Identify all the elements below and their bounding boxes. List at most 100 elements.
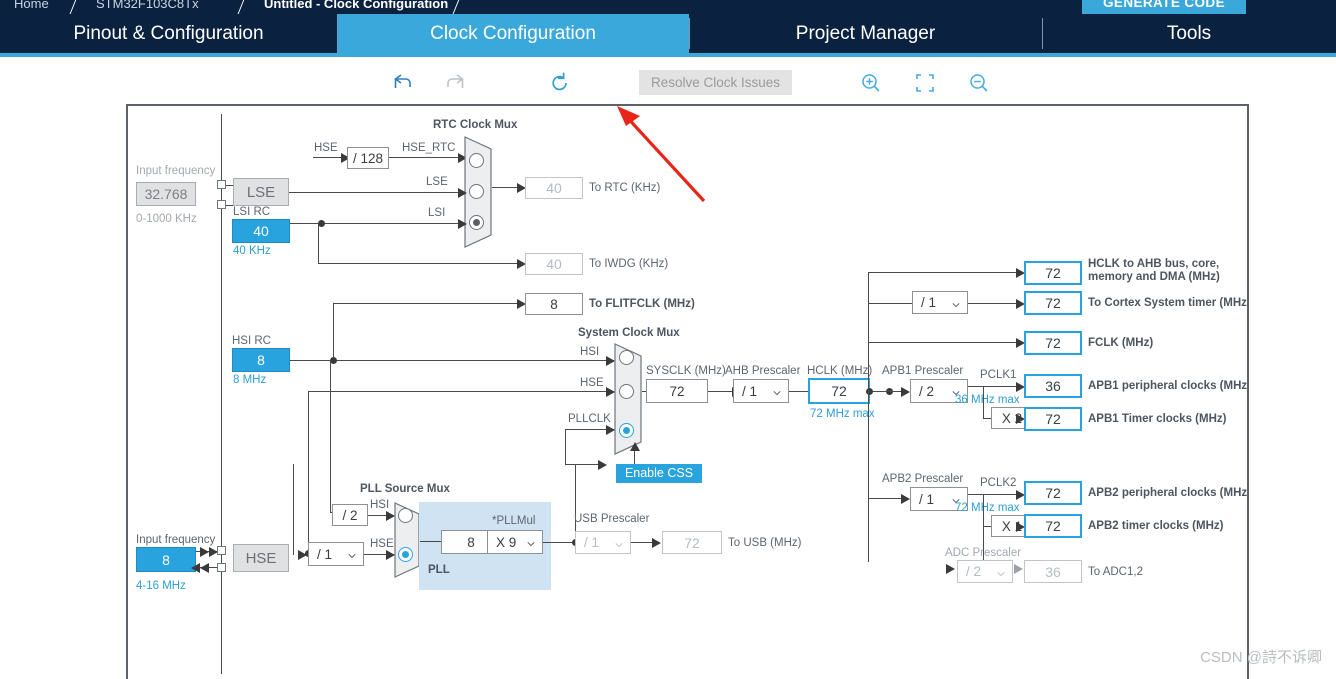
chevron-down-icon <box>527 542 535 547</box>
tab-tools[interactable]: Tools <box>1042 14 1336 53</box>
sysclk-mux-input-hsi: HSI <box>580 346 600 358</box>
sysclk-mux-option-pllclk[interactable] <box>619 423 634 438</box>
arrow-icon <box>606 387 615 397</box>
pllmul-label: *PLLMul <box>492 515 536 527</box>
breadcrumb-separator <box>235 0 246 14</box>
arrow-icon <box>200 547 209 557</box>
output-fclk-label: FCLK (MHz) <box>1088 337 1154 349</box>
wire <box>289 192 464 193</box>
wire <box>318 223 319 263</box>
pll-mux-option-hsi[interactable] <box>398 508 413 523</box>
rtc-mux-option-lse[interactable] <box>469 184 484 199</box>
breadcrumb-item-mcu[interactable]: STM32F103C8Tx <box>96 0 199 11</box>
rtc-clock-mux-title: RTC Clock Mux <box>433 119 518 131</box>
output-fclk-value: 72 <box>1024 331 1082 355</box>
junction-dot <box>330 357 337 364</box>
arrow-icon <box>191 563 200 573</box>
output-apb2-peripheral-value: 72 <box>1024 481 1082 505</box>
arrow-icon <box>630 442 640 451</box>
breadcrumb-separator <box>67 0 78 14</box>
hclk-bus <box>868 272 869 562</box>
wire <box>968 494 1023 495</box>
arrow-icon <box>606 425 615 435</box>
arrow-icon <box>901 387 910 397</box>
hclk-value[interactable]: 72 <box>808 378 870 404</box>
output-apb1-peripheral-label: APB1 peripheral clocks (MHz) <box>1088 380 1249 392</box>
pclk2-label: PCLK2 <box>980 477 1017 489</box>
arrow-icon <box>946 564 955 574</box>
wire <box>565 429 566 464</box>
adc-prescaler-select[interactable]: / 2 <box>957 560 1013 583</box>
output-cortex-timer-value: 72 <box>1024 291 1082 315</box>
chevron-down-icon <box>348 554 356 559</box>
pll-hse-div-select[interactable]: / 1 <box>308 542 364 566</box>
output-cortex-timer-label: To Cortex System timer (MHz) <box>1088 297 1249 309</box>
hse-input-frequency-field[interactable]: 8 <box>136 547 196 572</box>
lse-input-frequency-field[interactable]: 32.768 <box>136 182 196 206</box>
apb2-prescaler-value: / 1 <box>919 492 935 507</box>
lse-range-label: 0-1000 KHz <box>136 213 197 225</box>
apb2-prescaler-label: APB2 Prescaler <box>882 473 964 485</box>
output-adc-value: 36 <box>1024 560 1082 583</box>
undo-icon[interactable] <box>389 70 415 96</box>
tab-pinout-configuration[interactable]: Pinout & Configuration <box>0 14 337 53</box>
enable-css-button[interactable]: Enable CSS <box>616 464 702 483</box>
arrow-icon <box>901 494 910 504</box>
to-rtc-value: 40 <box>525 177 583 199</box>
zoom-out-icon[interactable] <box>966 70 992 96</box>
wire <box>983 386 984 418</box>
rtc-mux-option-hse-rtc[interactable] <box>469 153 484 168</box>
ahb-prescaler-label: AHB Prescaler <box>725 365 801 377</box>
pclk2-max-label: 72 MHz max <box>955 502 1020 514</box>
wire <box>333 303 334 360</box>
wire <box>968 303 1023 304</box>
apb1-prescaler-value: / 2 <box>919 384 935 399</box>
tab-clock-configuration[interactable]: Clock Configuration <box>337 14 689 53</box>
breadcrumb-item-current: Untitled - Clock Configuration <box>264 0 449 11</box>
usb-prescaler-value: / 1 <box>584 535 600 550</box>
clock-tree-diagram[interactable]: Input frequency 32.768 0-1000 KHz LSE LS… <box>126 104 1249 679</box>
usb-prescaler-select[interactable]: / 1 <box>575 531 631 554</box>
wire <box>333 303 523 304</box>
zoom-in-icon[interactable] <box>858 70 884 96</box>
wire <box>983 418 991 419</box>
pll-mux-input-hse: HSE <box>370 538 394 550</box>
cortex-prescaler-select[interactable]: / 1 <box>912 291 968 314</box>
pll-source-mux-title: PLL Source Mux <box>360 483 450 495</box>
left-rail <box>221 114 222 674</box>
hse-oscillator-box[interactable]: HSE <box>233 544 289 572</box>
rtc-mux-option-lsi[interactable] <box>469 215 484 230</box>
fit-to-screen-icon[interactable] <box>912 70 938 96</box>
breadcrumb-separator <box>450 0 461 14</box>
ahb-prescaler-select[interactable]: / 1 <box>733 379 789 403</box>
wire <box>868 342 1023 343</box>
sysclk-mux-option-hse[interactable] <box>619 384 634 399</box>
sysclk-mux-input-pllclk: PLLCLK <box>568 413 611 425</box>
sysclk-mux-option-hsi[interactable] <box>619 350 634 365</box>
lse-pin-bottom <box>217 200 226 209</box>
hclk-max-label: 72 MHz max <box>810 408 875 420</box>
ahb-prescaler-value: / 1 <box>742 384 758 399</box>
lsi-tag: LSI <box>428 207 446 219</box>
reset-icon[interactable] <box>547 70 573 96</box>
output-hclk-ahb-label: HCLK to AHB bus, core, memory and DMA (M… <box>1088 258 1220 283</box>
adc-prescaler-value: / 2 <box>966 564 982 579</box>
wire <box>318 263 523 264</box>
tab-project-manager[interactable]: Project Manager <box>689 14 1042 53</box>
lse-oscillator-box[interactable]: LSE <box>233 178 289 206</box>
resolve-clock-issues-button[interactable]: Resolve Clock Issues <box>639 70 792 95</box>
pclk1-max-label: 36 MHz max <box>955 394 1020 406</box>
breadcrumb-item-home[interactable]: Home <box>14 0 49 11</box>
redo-icon <box>443 70 469 96</box>
lsi-rc-value[interactable]: 40 <box>232 219 290 243</box>
sysclk-value: 72 <box>646 379 708 403</box>
pllmul-select[interactable]: X 9 <box>487 530 543 554</box>
wire <box>868 303 912 304</box>
annotation-arrow-hclk <box>698 406 808 516</box>
chevron-down-icon <box>952 302 960 307</box>
hclk-label: HCLK (MHz) <box>807 365 873 377</box>
generate-code-button[interactable]: GENERATE CODE <box>1082 0 1246 14</box>
hsi-rc-value[interactable]: 8 <box>232 348 290 372</box>
arrow-icon <box>458 219 467 229</box>
pll-mux-option-hse[interactable] <box>398 547 413 562</box>
